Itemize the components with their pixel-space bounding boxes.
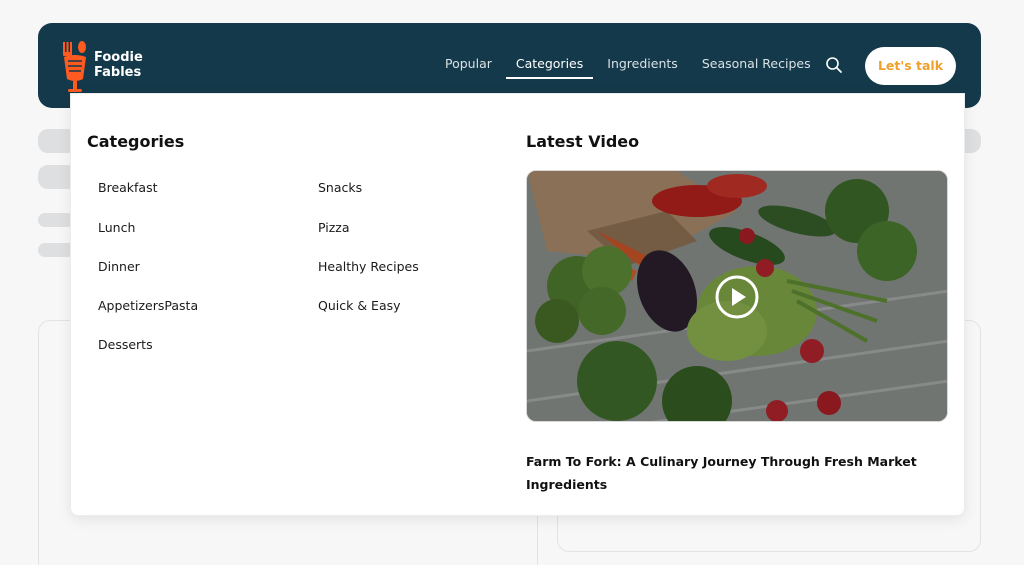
nav-popular[interactable]: Popular <box>445 45 492 79</box>
nav-seasonal-recipes[interactable]: Seasonal Recipes <box>702 45 811 79</box>
search-icon[interactable] <box>824 55 844 75</box>
category-link[interactable]: Lunch <box>98 220 135 235</box>
category-link[interactable]: Pizza <box>318 220 350 235</box>
category-link[interactable]: Breakfast <box>98 180 158 195</box>
nav-ingredients[interactable]: Ingredients <box>607 45 678 79</box>
latest-video-heading: Latest Video <box>526 132 640 151</box>
brand-name: Foodie Fables <box>94 50 143 80</box>
latest-video-thumbnail[interactable] <box>526 170 948 422</box>
play-icon[interactable] <box>715 275 759 319</box>
category-link[interactable]: AppetizersPasta <box>98 298 198 313</box>
nav-categories[interactable]: Categories <box>505 45 594 79</box>
chef-mic-logo-icon <box>63 41 86 92</box>
categories-heading: Categories <box>87 132 185 151</box>
category-link[interactable]: Desserts <box>98 337 153 352</box>
category-link[interactable]: Healthy Recipes <box>318 259 419 274</box>
lets-talk-button[interactable]: Let's talk <box>865 47 956 85</box>
category-link[interactable]: Dinner <box>98 259 140 274</box>
latest-video-title[interactable]: Farm To Fork: A Culinary Journey Through… <box>526 450 926 496</box>
categories-dropdown: Categories Breakfast Lunch Dinner Appeti… <box>70 93 965 516</box>
category-link[interactable]: Snacks <box>318 180 362 195</box>
brand-logo[interactable]: Foodie Fables <box>60 37 190 95</box>
category-link[interactable]: Quick & Easy <box>318 298 401 313</box>
main-nav: Popular Categories Ingredients Seasonal … <box>445 45 835 79</box>
